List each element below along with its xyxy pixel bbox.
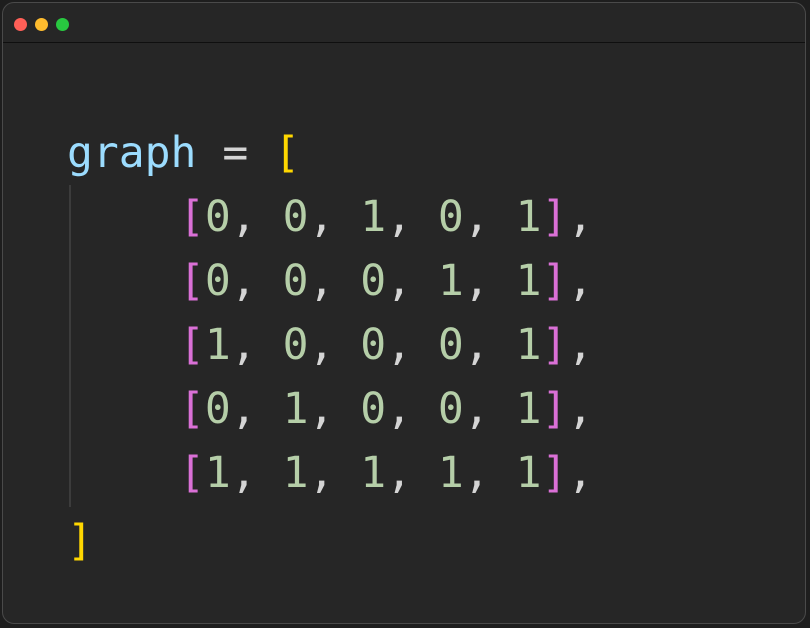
comma-separator: , bbox=[386, 192, 438, 242]
matrix-value: 0 bbox=[282, 256, 309, 306]
comma-separator: , bbox=[230, 256, 283, 306]
comma-separator: , bbox=[308, 320, 361, 370]
matrix-row: [0, 1, 0, 0, 1], bbox=[179, 377, 593, 441]
row-open-bracket: [ bbox=[179, 448, 205, 498]
matrix-value: 1 bbox=[437, 448, 464, 498]
matrix-value: 0 bbox=[360, 384, 387, 434]
row-open-bracket: [ bbox=[179, 320, 205, 370]
comma-separator: , bbox=[386, 256, 438, 306]
row-open-bracket: [ bbox=[179, 384, 205, 434]
matrix-value: 0 bbox=[204, 384, 231, 434]
comma-separator: , bbox=[463, 320, 516, 370]
comma-separator: , bbox=[230, 320, 283, 370]
row-trailing-comma: , bbox=[567, 384, 594, 434]
comma-separator: , bbox=[230, 384, 283, 434]
row-close-bracket: ] bbox=[541, 384, 568, 434]
matrix-value: 1 bbox=[360, 192, 387, 242]
row-close-bracket: ] bbox=[541, 192, 568, 242]
comma-separator: , bbox=[308, 256, 361, 306]
matrix-row: [1, 1, 1, 1, 1], bbox=[179, 441, 593, 505]
matrix-value: 0 bbox=[437, 192, 464, 242]
comma-separator: , bbox=[386, 448, 438, 498]
comma-separator: , bbox=[230, 192, 283, 242]
row-trailing-comma: , bbox=[567, 448, 594, 498]
variable-name: graph bbox=[67, 128, 197, 178]
matrix-value: 0 bbox=[360, 256, 387, 306]
title-bar bbox=[3, 3, 805, 43]
matrix-value: 0 bbox=[204, 192, 231, 242]
matrix-value: 0 bbox=[204, 256, 231, 306]
matrix-value: 0 bbox=[360, 320, 387, 370]
comma-separator: , bbox=[230, 448, 283, 498]
row-close-bracket: ] bbox=[541, 256, 568, 306]
matrix-value: 1 bbox=[515, 320, 542, 370]
comma-separator: , bbox=[463, 448, 516, 498]
matrix-value: 1 bbox=[360, 448, 387, 498]
matrix-value: 1 bbox=[282, 384, 309, 434]
matrix-value: 1 bbox=[515, 448, 542, 498]
outer-open-bracket: [ bbox=[274, 128, 301, 178]
matrix-row: [1, 0, 0, 0, 1], bbox=[179, 313, 593, 377]
row-trailing-comma: , bbox=[567, 320, 594, 370]
matrix-row: [0, 0, 0, 1, 1], bbox=[179, 249, 593, 313]
comma-separator: , bbox=[308, 448, 361, 498]
comma-separator: , bbox=[308, 192, 361, 242]
matrix-row: [0, 0, 1, 0, 1], bbox=[179, 185, 593, 249]
comma-separator: , bbox=[463, 384, 516, 434]
comma-separator: , bbox=[386, 320, 438, 370]
matrix-value: 0 bbox=[282, 320, 309, 370]
matrix-value: 1 bbox=[515, 256, 542, 306]
matrix-value: 1 bbox=[515, 384, 542, 434]
row-open-bracket: [ bbox=[179, 192, 205, 242]
comma-separator: , bbox=[463, 256, 516, 306]
code-line-1: graph = [ bbox=[67, 121, 300, 185]
matrix-value: 1 bbox=[282, 448, 309, 498]
outer-close-bracket: ] bbox=[67, 516, 93, 566]
matrix-value: 1 bbox=[204, 448, 231, 498]
editor-window: graph = [ [0, 0, 1, 0, 1],[0, 0, 0, 1, 1… bbox=[2, 2, 806, 624]
matrix-value: 1 bbox=[515, 192, 542, 242]
matrix-value: 0 bbox=[437, 320, 464, 370]
matrix-value: 0 bbox=[282, 192, 309, 242]
matrix-value: 1 bbox=[204, 320, 231, 370]
row-close-bracket: ] bbox=[541, 320, 568, 370]
row-open-bracket: [ bbox=[179, 256, 205, 306]
matrix-value: 1 bbox=[437, 256, 464, 306]
comma-separator: , bbox=[386, 384, 438, 434]
code-line-last: ] bbox=[67, 509, 93, 573]
row-close-bracket: ] bbox=[541, 448, 568, 498]
comma-separator: , bbox=[308, 384, 361, 434]
row-trailing-comma: , bbox=[567, 192, 594, 242]
row-trailing-comma: , bbox=[567, 256, 594, 306]
assign-operator: = bbox=[196, 128, 275, 178]
matrix-value: 0 bbox=[437, 384, 464, 434]
code-block: graph = [ [0, 0, 1, 0, 1],[0, 0, 0, 1, 1… bbox=[3, 3, 593, 566]
comma-separator: , bbox=[463, 192, 516, 242]
